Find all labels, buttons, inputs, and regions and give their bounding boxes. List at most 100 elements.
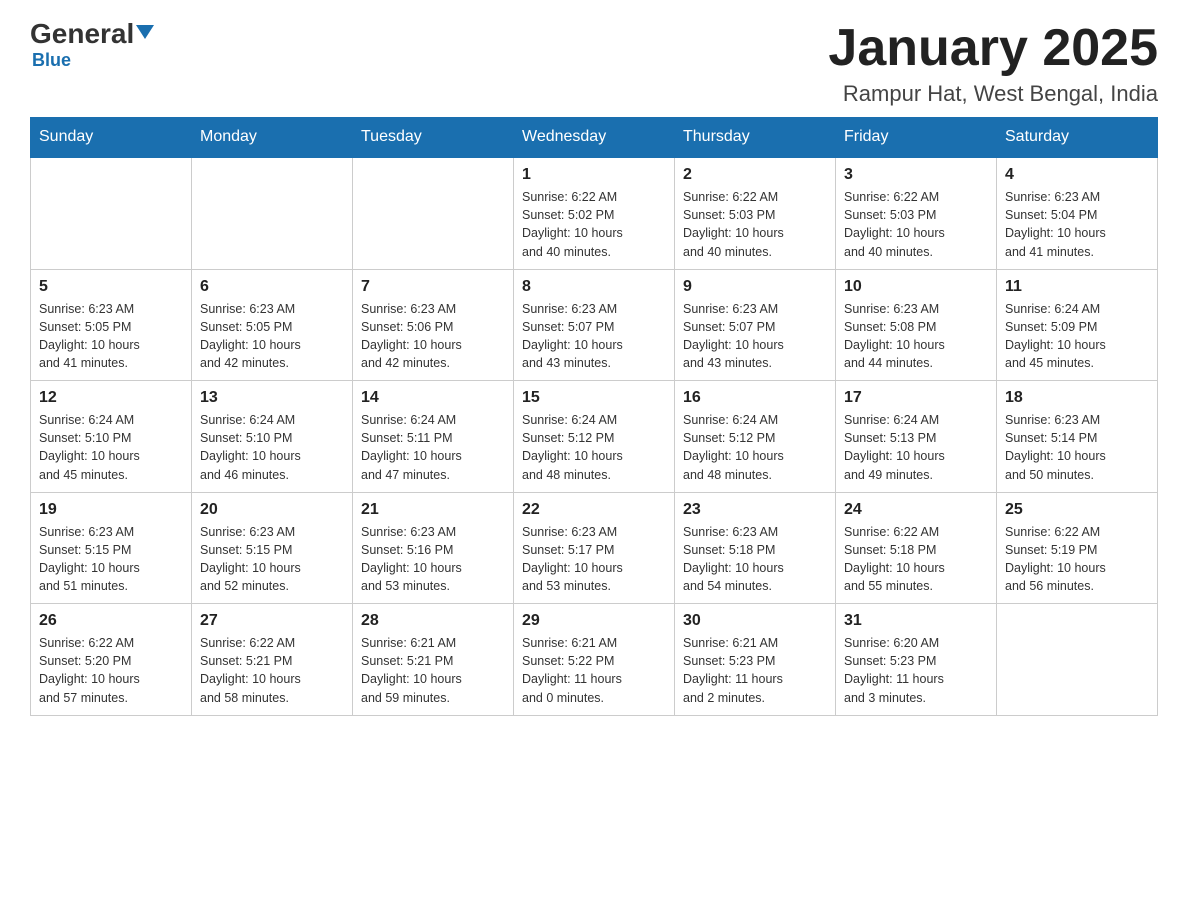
calendar-cell: 29 Sunrise: 6:21 AM Sunset: 5:22 PM Dayli… — [514, 604, 675, 716]
calendar-cell: 4 Sunrise: 6:23 AM Sunset: 5:04 PM Daylig… — [997, 157, 1158, 269]
day-number: 24 — [844, 501, 988, 519]
day-info: Sunrise: 6:23 AM Sunset: 5:08 PM Dayligh… — [844, 300, 988, 373]
logo-main-text: General — [30, 20, 154, 48]
calendar-cell: 27Sunrise: 6:22 AM Sunset: 5:21 PM Dayli… — [192, 604, 353, 716]
day-number: 12 — [39, 389, 183, 407]
weekday-header-sunday: Sunday — [31, 118, 192, 158]
day-info: Sunrise: 6:24 AM Sunset: 5:09 PM Dayligh… — [1005, 300, 1149, 373]
calendar-cell: 10 Sunrise: 6:23 AM Sunset: 5:08 PM Dayli… — [836, 269, 997, 381]
calendar-cell: 14Sunrise: 6:24 AM Sunset: 5:11 PM Dayli… — [353, 381, 514, 493]
calendar-cell: 24 Sunrise: 6:22 AM Sunset: 5:18 PM Dayli… — [836, 492, 997, 604]
calendar-header-row: SundayMondayTuesdayWednesdayThursdayFrid… — [31, 118, 1158, 158]
calendar-cell: 21 Sunrise: 6:23 AM Sunset: 5:16 PM Dayli… — [353, 492, 514, 604]
day-number: 2 — [683, 166, 827, 184]
weekday-header-tuesday: Tuesday — [353, 118, 514, 158]
month-title: January 2025 — [828, 20, 1158, 77]
day-info: Sunrise: 6:22 AM Sunset: 5:02 PM Dayligh… — [522, 188, 666, 261]
calendar-cell: 6 Sunrise: 6:23 AM Sunset: 5:05 PM Daylig… — [192, 269, 353, 381]
day-info: Sunrise: 6:23 AM Sunset: 5:05 PM Dayligh… — [200, 300, 344, 373]
day-info: Sunrise: 6:23 AM Sunset: 5:16 PM Dayligh… — [361, 523, 505, 596]
day-number: 5 — [39, 278, 183, 296]
weekday-header-monday: Monday — [192, 118, 353, 158]
day-info: Sunrise: 6:22 AM Sunset: 5:03 PM Dayligh… — [844, 188, 988, 261]
calendar-cell: 16Sunrise: 6:24 AM Sunset: 5:12 PM Dayli… — [675, 381, 836, 493]
calendar-cell: 8 Sunrise: 6:23 AM Sunset: 5:07 PM Daylig… — [514, 269, 675, 381]
calendar-cell — [192, 157, 353, 269]
day-number: 21 — [361, 501, 505, 519]
day-number: 25 — [1005, 501, 1149, 519]
day-number: 31 — [844, 612, 988, 630]
day-number: 20 — [200, 501, 344, 519]
day-number: 15 — [522, 389, 666, 407]
calendar-cell: 25 Sunrise: 6:22 AM Sunset: 5:19 PM Dayli… — [997, 492, 1158, 604]
day-info: Sunrise: 6:23 AM Sunset: 5:15 PM Dayligh… — [200, 523, 344, 596]
calendar-week-1: 1Sunrise: 6:22 AM Sunset: 5:02 PM Daylig… — [31, 157, 1158, 269]
day-number: 3 — [844, 166, 988, 184]
day-info: Sunrise: 6:21 AM Sunset: 5:23 PM Dayligh… — [683, 634, 827, 707]
calendar-cell: 11 Sunrise: 6:24 AM Sunset: 5:09 PM Dayli… — [997, 269, 1158, 381]
day-info: Sunrise: 6:22 AM Sunset: 5:18 PM Dayligh… — [844, 523, 988, 596]
calendar-cell: 26Sunrise: 6:22 AM Sunset: 5:20 PM Dayli… — [31, 604, 192, 716]
day-info: Sunrise: 6:22 AM Sunset: 5:03 PM Dayligh… — [683, 188, 827, 261]
day-info: Sunrise: 6:21 AM Sunset: 5:22 PM Dayligh… — [522, 634, 666, 707]
day-number: 7 — [361, 278, 505, 296]
day-info: Sunrise: 6:23 AM Sunset: 5:15 PM Dayligh… — [39, 523, 183, 596]
day-number: 4 — [1005, 166, 1149, 184]
calendar-cell: 18Sunrise: 6:23 AM Sunset: 5:14 PM Dayli… — [997, 381, 1158, 493]
calendar-cell: 3 Sunrise: 6:22 AM Sunset: 5:03 PM Daylig… — [836, 157, 997, 269]
calendar-cell: 15Sunrise: 6:24 AM Sunset: 5:12 PM Dayli… — [514, 381, 675, 493]
day-info: Sunrise: 6:23 AM Sunset: 5:18 PM Dayligh… — [683, 523, 827, 596]
weekday-header-thursday: Thursday — [675, 118, 836, 158]
calendar-cell: 12 Sunrise: 6:24 AM Sunset: 5:10 PM Dayli… — [31, 381, 192, 493]
calendar-cell: 30 Sunrise: 6:21 AM Sunset: 5:23 PM Dayli… — [675, 604, 836, 716]
day-number: 27 — [200, 612, 344, 630]
day-info: Sunrise: 6:23 AM Sunset: 5:07 PM Dayligh… — [522, 300, 666, 373]
calendar-cell: 20 Sunrise: 6:23 AM Sunset: 5:15 PM Dayli… — [192, 492, 353, 604]
day-number: 9 — [683, 278, 827, 296]
calendar-cell: 2 Sunrise: 6:22 AM Sunset: 5:03 PM Daylig… — [675, 157, 836, 269]
page-header: General Blue January 2025 Rampur Hat, We… — [30, 20, 1158, 107]
day-info: Sunrise: 6:24 AM Sunset: 5:13 PM Dayligh… — [844, 411, 988, 484]
day-info: Sunrise: 6:23 AM Sunset: 5:07 PM Dayligh… — [683, 300, 827, 373]
calendar-table: SundayMondayTuesdayWednesdayThursdayFrid… — [30, 117, 1158, 716]
day-number: 11 — [1005, 278, 1149, 296]
day-info: Sunrise: 6:24 AM Sunset: 5:10 PM Dayligh… — [39, 411, 183, 484]
logo: General Blue — [30, 20, 154, 71]
day-number: 22 — [522, 501, 666, 519]
calendar-cell: 31 Sunrise: 6:20 AM Sunset: 5:23 PM Dayli… — [836, 604, 997, 716]
calendar-cell: 17 Sunrise: 6:24 AM Sunset: 5:13 PM Dayli… — [836, 381, 997, 493]
calendar-week-2: 5 Sunrise: 6:23 AM Sunset: 5:05 PM Daylig… — [31, 269, 1158, 381]
day-number: 17 — [844, 389, 988, 407]
weekday-header-wednesday: Wednesday — [514, 118, 675, 158]
logo-triangle-icon — [136, 25, 154, 39]
calendar-week-3: 12 Sunrise: 6:24 AM Sunset: 5:10 PM Dayli… — [31, 381, 1158, 493]
title-area: January 2025 Rampur Hat, West Bengal, In… — [828, 20, 1158, 107]
day-info: Sunrise: 6:23 AM Sunset: 5:04 PM Dayligh… — [1005, 188, 1149, 261]
day-info: Sunrise: 6:24 AM Sunset: 5:11 PM Dayligh… — [361, 411, 505, 484]
day-number: 8 — [522, 278, 666, 296]
day-info: Sunrise: 6:20 AM Sunset: 5:23 PM Dayligh… — [844, 634, 988, 707]
day-info: Sunrise: 6:23 AM Sunset: 5:14 PM Dayligh… — [1005, 411, 1149, 484]
calendar-week-5: 26Sunrise: 6:22 AM Sunset: 5:20 PM Dayli… — [31, 604, 1158, 716]
day-info: Sunrise: 6:21 AM Sunset: 5:21 PM Dayligh… — [361, 634, 505, 707]
day-number: 10 — [844, 278, 988, 296]
weekday-header-saturday: Saturday — [997, 118, 1158, 158]
day-number: 13 — [200, 389, 344, 407]
calendar-cell: 13 Sunrise: 6:24 AM Sunset: 5:10 PM Dayli… — [192, 381, 353, 493]
calendar-cell: 5 Sunrise: 6:23 AM Sunset: 5:05 PM Daylig… — [31, 269, 192, 381]
location-text: Rampur Hat, West Bengal, India — [828, 81, 1158, 107]
day-number: 29 — [522, 612, 666, 630]
day-number: 6 — [200, 278, 344, 296]
day-number: 30 — [683, 612, 827, 630]
day-number: 23 — [683, 501, 827, 519]
day-info: Sunrise: 6:23 AM Sunset: 5:06 PM Dayligh… — [361, 300, 505, 373]
calendar-cell: 23 Sunrise: 6:23 AM Sunset: 5:18 PM Dayli… — [675, 492, 836, 604]
day-info: Sunrise: 6:24 AM Sunset: 5:12 PM Dayligh… — [683, 411, 827, 484]
calendar-week-4: 19Sunrise: 6:23 AM Sunset: 5:15 PM Dayli… — [31, 492, 1158, 604]
day-info: Sunrise: 6:22 AM Sunset: 5:19 PM Dayligh… — [1005, 523, 1149, 596]
calendar-cell: 19Sunrise: 6:23 AM Sunset: 5:15 PM Dayli… — [31, 492, 192, 604]
weekday-header-friday: Friday — [836, 118, 997, 158]
day-info: Sunrise: 6:23 AM Sunset: 5:05 PM Dayligh… — [39, 300, 183, 373]
day-info: Sunrise: 6:24 AM Sunset: 5:10 PM Dayligh… — [200, 411, 344, 484]
day-info: Sunrise: 6:23 AM Sunset: 5:17 PM Dayligh… — [522, 523, 666, 596]
